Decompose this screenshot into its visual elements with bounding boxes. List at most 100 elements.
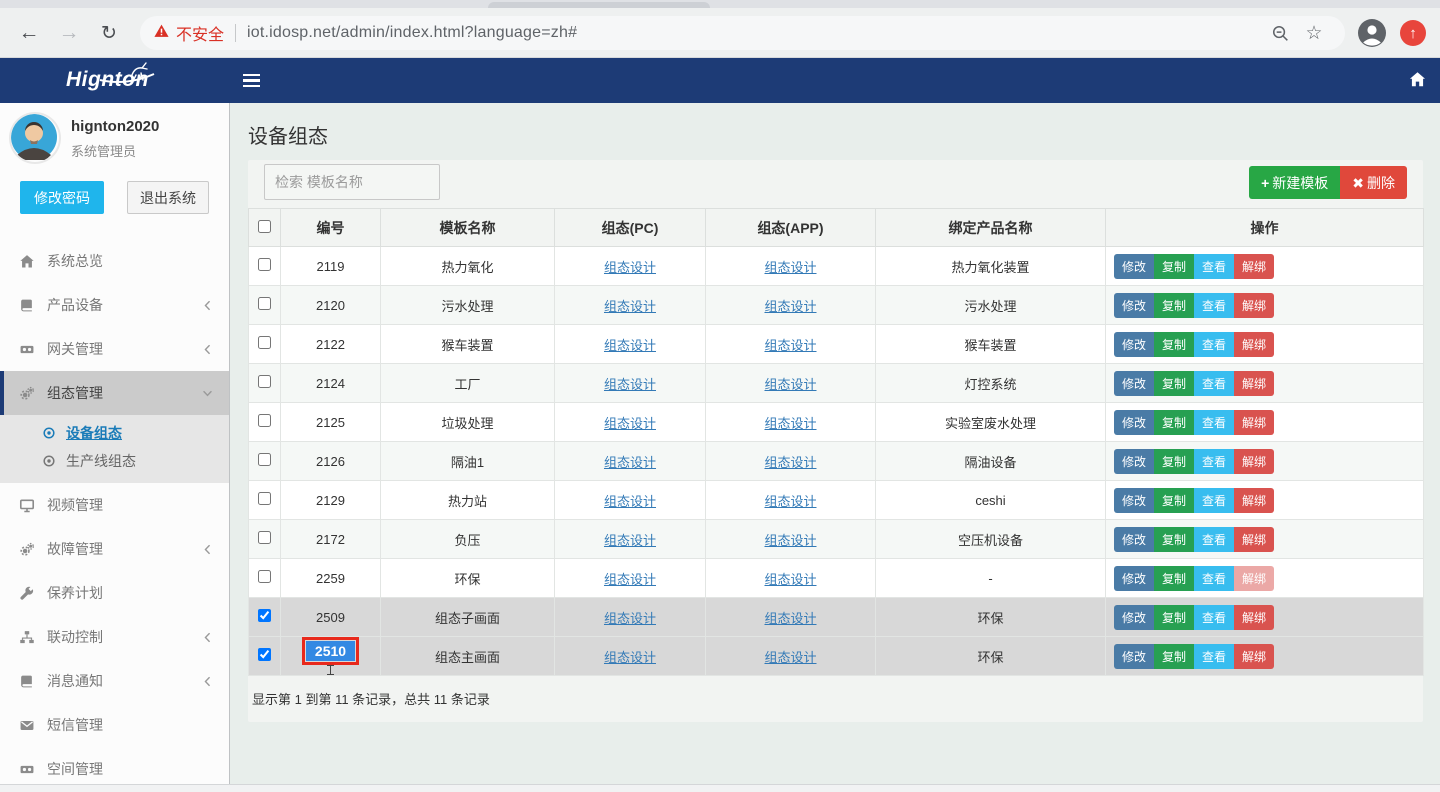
config-pc-link[interactable]: 组态设计 — [604, 533, 656, 548]
row-checkbox[interactable] — [258, 531, 271, 544]
view-button[interactable]: 查看 — [1194, 449, 1234, 474]
config-app-link[interactable]: 组态设计 — [764, 611, 816, 626]
config-pc-link[interactable]: 组态设计 — [604, 572, 656, 587]
modify-button[interactable]: 修改 — [1114, 605, 1154, 630]
view-button[interactable]: 查看 — [1194, 410, 1234, 435]
modify-button[interactable]: 修改 — [1114, 293, 1154, 318]
back-button[interactable]: ← — [12, 8, 46, 58]
row-checkbox[interactable] — [258, 609, 271, 622]
config-pc-link[interactable]: 组态设计 — [604, 494, 656, 509]
view-button[interactable]: 查看 — [1194, 371, 1234, 396]
home-icon[interactable] — [1409, 71, 1426, 93]
copy-button[interactable]: 复制 — [1154, 410, 1194, 435]
sidebar-item-6[interactable]: 保养计划 — [0, 571, 229, 615]
sidebar-item-4[interactable]: 视频管理 — [0, 483, 229, 527]
sidebar-item-8[interactable]: 消息通知 — [0, 659, 229, 703]
modify-button[interactable]: 修改 — [1114, 410, 1154, 435]
unbind-button[interactable]: 解绑 — [1234, 293, 1274, 318]
url-text[interactable]: iot.idosp.net/admin/index.html?language=… — [247, 24, 1263, 42]
logout-button[interactable]: 退出系统 — [127, 181, 209, 214]
unbind-button[interactable]: 解绑 — [1234, 527, 1274, 552]
bookmark-star-icon[interactable]: ☆ — [1297, 16, 1331, 50]
modify-button[interactable]: 修改 — [1114, 449, 1154, 474]
forward-button[interactable]: → — [52, 8, 86, 58]
view-button[interactable]: 查看 — [1194, 566, 1234, 591]
config-app-link[interactable]: 组态设计 — [764, 299, 816, 314]
change-password-button[interactable]: 修改密码 — [20, 181, 104, 214]
search-input[interactable] — [264, 164, 440, 200]
sidebar-item-7[interactable]: 联动控制 — [0, 615, 229, 659]
view-button[interactable]: 查看 — [1194, 488, 1234, 513]
view-button[interactable]: 查看 — [1194, 293, 1234, 318]
row-checkbox[interactable] — [258, 492, 271, 505]
config-app-link[interactable]: 组态设计 — [764, 533, 816, 548]
sidebar-item-0[interactable]: 系统总览 — [0, 239, 229, 283]
config-app-link[interactable]: 组态设计 — [764, 650, 816, 665]
row-checkbox[interactable] — [258, 297, 271, 310]
sidebar-item-1[interactable]: 产品设备 — [0, 283, 229, 327]
modify-button[interactable]: 修改 — [1114, 566, 1154, 591]
copy-button[interactable]: 复制 — [1154, 371, 1194, 396]
copy-button[interactable]: 复制 — [1154, 527, 1194, 552]
security-chip[interactable]: 不安全 — [154, 21, 224, 45]
sidebar-item-2[interactable]: 网关管理 — [0, 327, 229, 371]
unbind-button[interactable]: 解绑 — [1234, 449, 1274, 474]
row-checkbox[interactable] — [258, 375, 271, 388]
config-app-link[interactable]: 组态设计 — [764, 260, 816, 275]
view-button[interactable]: 查看 — [1194, 332, 1234, 357]
copy-button[interactable]: 复制 — [1154, 488, 1194, 513]
brand-logo[interactable]: Hignton — [0, 58, 230, 103]
view-button[interactable]: 查看 — [1194, 605, 1234, 630]
config-pc-link[interactable]: 组态设计 — [604, 455, 656, 470]
address-bar[interactable]: 不安全 iot.idosp.net/admin/index.html?langu… — [140, 16, 1345, 50]
copy-button[interactable]: 复制 — [1154, 566, 1194, 591]
modify-button[interactable]: 修改 — [1114, 254, 1154, 279]
sidebar-item-3[interactable]: 组态管理 — [0, 371, 229, 415]
select-all-checkbox[interactable] — [258, 220, 271, 233]
unbind-button[interactable]: 解绑 — [1234, 566, 1274, 591]
modify-button[interactable]: 修改 — [1114, 371, 1154, 396]
unbind-button[interactable]: 解绑 — [1234, 332, 1274, 357]
config-pc-link[interactable]: 组态设计 — [604, 299, 656, 314]
sidebar-item-9[interactable]: 短信管理 — [0, 703, 229, 747]
config-app-link[interactable]: 组态设计 — [764, 377, 816, 392]
view-button[interactable]: 查看 — [1194, 254, 1234, 279]
config-pc-link[interactable]: 组态设计 — [604, 338, 656, 353]
unbind-button[interactable]: 解绑 — [1234, 644, 1274, 669]
config-app-link[interactable]: 组态设计 — [764, 572, 816, 587]
copy-button[interactable]: 复制 — [1154, 644, 1194, 669]
unbind-button[interactable]: 解绑 — [1234, 371, 1274, 396]
horizontal-scrollbar[interactable] — [0, 784, 1440, 792]
copy-button[interactable]: 复制 — [1154, 605, 1194, 630]
config-app-link[interactable]: 组态设计 — [764, 338, 816, 353]
config-app-link[interactable]: 组态设计 — [764, 416, 816, 431]
create-template-button[interactable]: +新建模板 — [1249, 166, 1340, 199]
copy-button[interactable]: 复制 — [1154, 254, 1194, 279]
row-checkbox[interactable] — [258, 258, 271, 271]
copy-button[interactable]: 复制 — [1154, 293, 1194, 318]
submenu-item-1[interactable]: 生产线组态 — [0, 447, 229, 475]
zoom-out-icon[interactable] — [1263, 16, 1297, 50]
modify-button[interactable]: 修改 — [1114, 644, 1154, 669]
modify-button[interactable]: 修改 — [1114, 332, 1154, 357]
config-app-link[interactable]: 组态设计 — [764, 494, 816, 509]
browser-update-icon[interactable]: ↑ — [1400, 20, 1426, 46]
copy-button[interactable]: 复制 — [1154, 332, 1194, 357]
config-pc-link[interactable]: 组态设计 — [604, 416, 656, 431]
config-pc-link[interactable]: 组态设计 — [604, 377, 656, 392]
menu-toggle-icon[interactable] — [243, 70, 265, 91]
row-checkbox[interactable] — [258, 453, 271, 466]
submenu-item-0[interactable]: 设备组态 — [0, 419, 229, 447]
refresh-button[interactable]: ↻ — [92, 8, 126, 58]
unbind-button[interactable]: 解绑 — [1234, 410, 1274, 435]
unbind-button[interactable]: 解绑 — [1234, 605, 1274, 630]
row-checkbox[interactable] — [258, 414, 271, 427]
view-button[interactable]: 查看 — [1194, 527, 1234, 552]
selected-text[interactable]: 2510 — [306, 641, 355, 661]
config-pc-link[interactable]: 组态设计 — [604, 650, 656, 665]
row-checkbox[interactable] — [258, 336, 271, 349]
unbind-button[interactable]: 解绑 — [1234, 254, 1274, 279]
browser-profile-icon[interactable] — [1358, 19, 1386, 47]
view-button[interactable]: 查看 — [1194, 644, 1234, 669]
modify-button[interactable]: 修改 — [1114, 488, 1154, 513]
